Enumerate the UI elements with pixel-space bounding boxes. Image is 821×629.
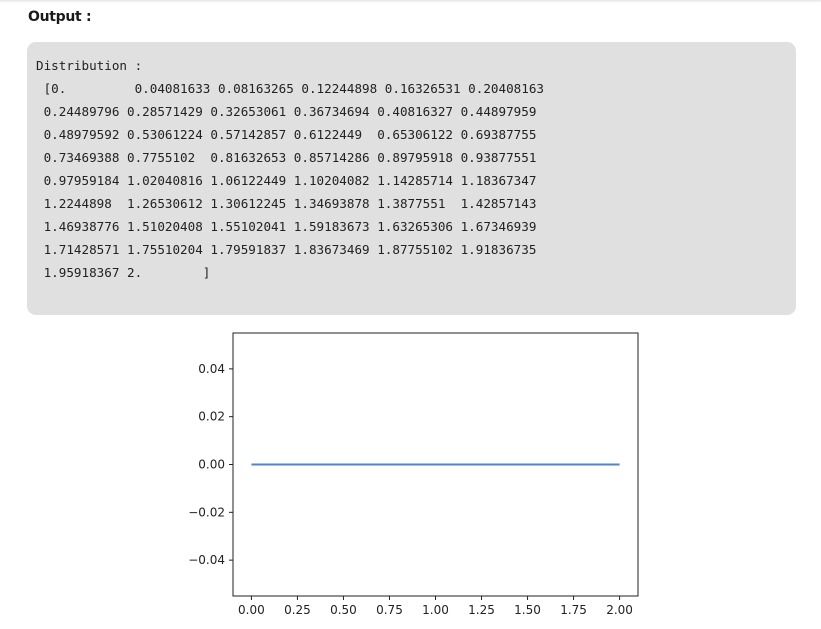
x-tick-label: 0.50 <box>330 603 357 617</box>
x-tick-label: 2.00 <box>606 603 633 617</box>
output-heading: Output : <box>28 9 92 25</box>
x-tick-label: 1.75 <box>560 603 587 617</box>
x-tick-label: 1.00 <box>422 603 449 617</box>
distribution-output-text: Distribution : [0. 0.04081633 0.08163265… <box>36 58 544 280</box>
x-tick-label: 0.25 <box>284 603 311 617</box>
y-tick-label: 0.00 <box>198 458 225 472</box>
x-tick-label: 0.00 <box>238 603 265 617</box>
x-tick-label: 1.50 <box>514 603 541 617</box>
top-shadow <box>0 0 821 3</box>
chart-svg: 0.00 0.25 0.50 0.75 1.00 1.25 1.50 1.75 2.00 0.04… <box>188 332 639 617</box>
y-tick-label: 0.04 <box>198 362 225 376</box>
output-block: Distribution : [0. 0.04081633 0.08163265… <box>27 42 796 315</box>
y-tick-label: −0.02 <box>188 505 225 519</box>
x-tick-label: 0.75 <box>376 603 403 617</box>
y-tick-label: −0.04 <box>188 553 225 567</box>
y-tick-label: 0.02 <box>198 410 225 424</box>
x-tick-label: 1.25 <box>468 603 495 617</box>
line-plot: 0.00 0.25 0.50 0.75 1.00 1.25 1.50 1.75 2.00 0.04… <box>180 324 650 624</box>
